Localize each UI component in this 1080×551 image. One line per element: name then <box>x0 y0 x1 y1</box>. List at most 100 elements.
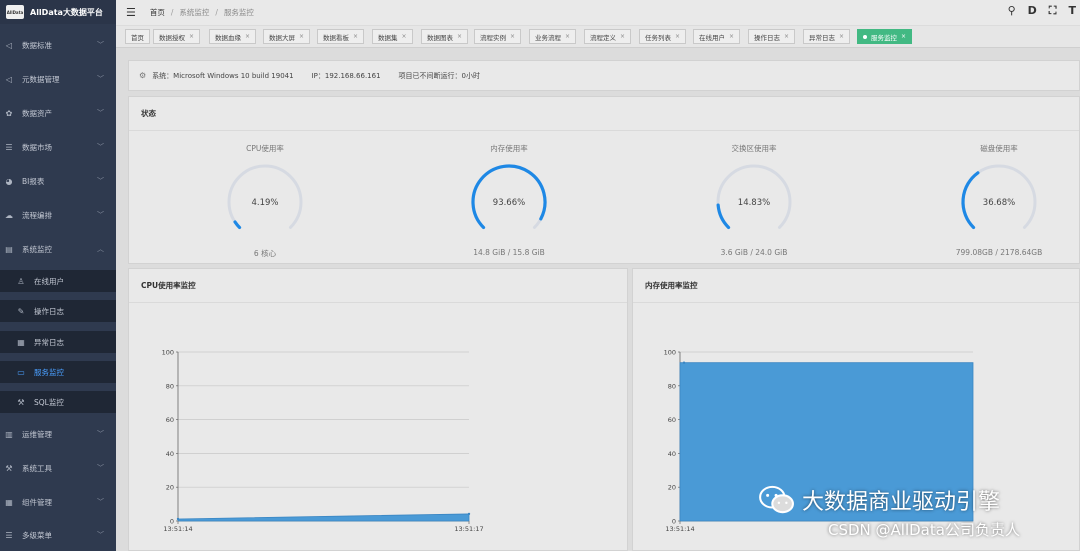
tag-2[interactable]: 数据血缘 × <box>209 29 257 44</box>
sidebar-item-3[interactable]: ☰ 数据市场 ﹀ <box>0 136 116 158</box>
tag-4[interactable]: 数据看板 × <box>317 29 365 44</box>
sidebar-item-label: 数据市场 <box>22 142 52 152</box>
wrench-icon: ⚒ <box>5 463 13 473</box>
sidebar-item-label: 数据资产 <box>22 108 52 118</box>
tag-11[interactable]: 在线用户 × <box>693 29 741 44</box>
sidebar-item-9[interactable]: ▦ 异常日志 <box>0 331 116 353</box>
sidebar-item-14[interactable]: ▦ 组件管理 ﹀ <box>0 491 116 513</box>
breadcrumb-system-monitor[interactable]: 系统监控 <box>179 7 209 18</box>
gauge-2: 交换区使用率 14.83% 3.6 GiB / 24.0 GiB <box>654 143 854 257</box>
tag-1[interactable]: 数据授权 × <box>153 29 201 44</box>
sidebar-item-0[interactable]: ◁ 数据标准 ﹀ <box>0 34 116 56</box>
sidebar-item-15[interactable]: ☰ 多级菜单 ﹀ <box>0 524 116 546</box>
cpu-usage-chart: 02040608010013:51:14 13:51:17 <box>162 349 484 534</box>
memory-chart-title: 内存使用率监控 <box>633 269 1079 303</box>
topbar: ☰ 首页 / 系统监控 / 服务监控 ⚲ D ⛶ T <box>116 0 1080 25</box>
top-tools: ⚲ D ⛶ T <box>1008 4 1076 18</box>
breadcrumb: 首页 / 系统监控 / 服务监控 <box>150 7 254 18</box>
gauge-fill <box>471 164 547 230</box>
sidebar-item-12[interactable]: ▥ 运维管理 ﹀ <box>0 423 116 445</box>
close-icon[interactable]: × <box>457 33 462 40</box>
close-icon[interactable]: × <box>729 33 734 40</box>
tag-label: 数据看板 <box>323 33 349 42</box>
tag-label: 数据集 <box>378 33 398 42</box>
tag-13[interactable]: 异常日志 × <box>803 29 851 44</box>
close-icon[interactable]: × <box>565 33 570 40</box>
y-tick-label: 40 <box>166 450 174 458</box>
tag-6[interactable]: 数据图表 × <box>421 29 469 44</box>
gauge-fill <box>961 171 980 230</box>
grid-icon: ▦ <box>5 497 13 507</box>
close-icon[interactable]: × <box>784 33 789 40</box>
close-icon[interactable]: × <box>839 33 844 40</box>
tag-label: 数据图表 <box>427 33 453 42</box>
sidebar-item-1[interactable]: ◁ 元数据管理 ﹀ <box>0 68 116 90</box>
gauge-value: 14.83% <box>738 198 770 208</box>
sidebar-item-11[interactable]: ⚒ SQL监控 <box>0 391 116 413</box>
gauge-fill <box>233 220 242 230</box>
tag-label: 流程实例 <box>480 33 506 42</box>
doc-icon[interactable]: D <box>1028 4 1037 18</box>
y-tick-label: 20 <box>166 484 174 492</box>
close-icon[interactable]: × <box>901 33 906 40</box>
close-icon[interactable]: × <box>620 33 625 40</box>
brand[interactable]: AllData AllData大数据平台 <box>0 0 116 24</box>
tag-0[interactable]: 首页 <box>125 29 150 44</box>
font-size-icon[interactable]: T <box>1068 4 1076 18</box>
close-icon[interactable]: × <box>510 33 515 40</box>
close-icon[interactable]: × <box>675 33 680 40</box>
tag-5[interactable]: 数据集 × <box>372 29 413 44</box>
y-tick-label: 20 <box>668 484 676 492</box>
sidebar-item-label: 组件管理 <box>22 497 52 507</box>
breadcrumb-home[interactable]: 首页 <box>150 7 165 18</box>
send-icon: ◁ <box>5 40 13 50</box>
sidebar-item-13[interactable]: ⚒ 系统工具 ﹀ <box>0 457 116 479</box>
chevron-down-icon: ﹀ <box>97 211 104 219</box>
sidebar-item-7[interactable]: ♙ 在线用户 <box>0 270 116 292</box>
chevron-down-icon: ﹀ <box>97 464 104 472</box>
hamburger-icon[interactable]: ☰ <box>126 6 136 19</box>
search-icon[interactable]: ⚲ <box>1008 4 1016 18</box>
tag-8[interactable]: 业务流程 × <box>529 29 577 44</box>
data-point <box>467 512 471 516</box>
sidebar-item-6[interactable]: ▤ 系统监控 ︿ <box>0 238 116 260</box>
menu-icon: ☰ <box>5 530 13 540</box>
tag-label: 任务列表 <box>645 33 671 42</box>
close-icon[interactable]: × <box>245 33 250 40</box>
tools-icon: ⚒ <box>17 397 25 407</box>
close-icon[interactable]: × <box>402 33 407 40</box>
data-point <box>176 517 180 521</box>
close-icon[interactable]: × <box>353 33 358 40</box>
chevron-down-icon: ﹀ <box>97 531 104 539</box>
sidebar-item-10[interactable]: ▭ 服务监控 <box>0 361 116 383</box>
sidebar-item-5[interactable]: ☁ 流程编排 ﹀ <box>0 204 116 226</box>
chevron-down-icon: ﹀ <box>97 41 104 49</box>
gauge-fill <box>716 203 731 230</box>
close-icon[interactable]: × <box>189 33 194 40</box>
sidebar-item-label: 元数据管理 <box>22 74 60 84</box>
y-tick-label: 100 <box>162 349 174 357</box>
screen-icon: ▭ <box>17 367 25 377</box>
server-icon: ▥ <box>5 429 13 439</box>
gauge-subtitle: 6 核心 <box>253 249 277 258</box>
close-icon[interactable]: × <box>299 33 304 40</box>
gear-icon: ⚙ <box>139 71 147 80</box>
sidebar-item-8[interactable]: ✎ 操作日志 <box>0 300 116 322</box>
tag-label: 流程定义 <box>590 33 616 42</box>
tag-7[interactable]: 流程实例 × <box>474 29 522 44</box>
sidebar-item-4[interactable]: ◕ BI报表 ﹀ <box>0 170 116 192</box>
list-icon: ☰ <box>5 142 13 152</box>
watermark-sub: CSDN @AllData公司负责人 <box>828 521 1020 539</box>
sidebar-item-label: 数据标准 <box>22 40 52 50</box>
tag-10[interactable]: 任务列表 × <box>639 29 687 44</box>
gauge-track <box>716 164 792 229</box>
active-dot-icon <box>863 34 867 39</box>
chevron-down-icon: ﹀ <box>97 177 104 185</box>
sidebar-item-2[interactable]: ✿ 数据资产 ﹀ <box>0 102 116 124</box>
gauge-subtitle: 3.6 GiB / 24.0 GiB <box>720 248 788 257</box>
tag-14[interactable]: 服务监控 × <box>857 29 913 44</box>
fullscreen-icon[interactable]: ⛶ <box>1049 4 1057 18</box>
tag-12[interactable]: 操作日志 × <box>748 29 796 44</box>
tag-3[interactable]: 数据大屏 × <box>263 29 311 44</box>
tag-9[interactable]: 流程定义 × <box>584 29 632 44</box>
